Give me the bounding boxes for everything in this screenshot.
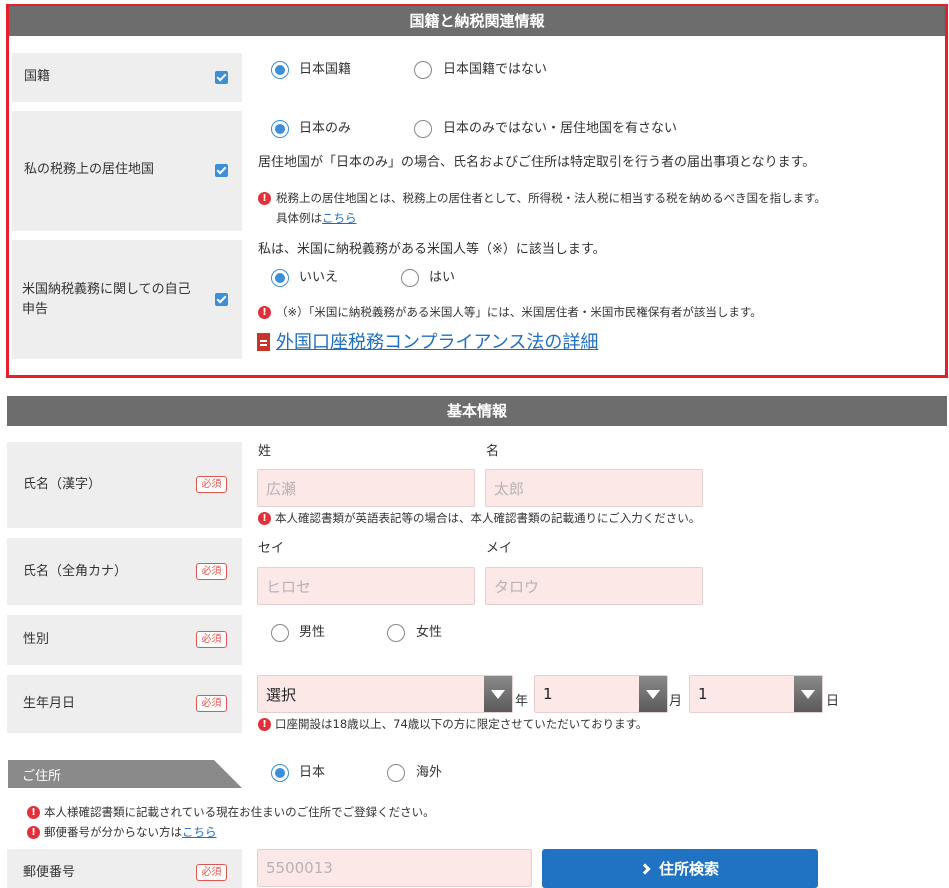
pdf-file-icon: [257, 333, 270, 351]
gender-label-cell: 性別 必須: [7, 615, 242, 665]
gender-label: 性別: [23, 632, 50, 647]
residence-note-example: 具体例はこちら: [276, 211, 357, 225]
nationality-label: 国籍: [24, 69, 51, 84]
checked-icon: [215, 164, 228, 177]
postal-code-input[interactable]: 5500013: [257, 849, 532, 887]
first-name-kana-caption: メイ: [486, 541, 513, 556]
basic-section-title: 基本情報: [7, 396, 947, 426]
warning-icon: !: [27, 806, 40, 819]
residence-example-link[interactable]: こちら: [322, 211, 357, 225]
postal-lookup-link[interactable]: こちら: [182, 825, 217, 839]
name-kanji-note: 本人確認書類が英語表記等の場合は、本人確認書類の記載通りにご入力ください。: [275, 511, 701, 525]
postal-label: 郵便番号: [23, 865, 76, 880]
residence-label: 私の税務上の居住地国: [24, 162, 155, 177]
checked-icon: [215, 71, 228, 84]
required-badge: 必須: [196, 695, 227, 712]
birth-day-select[interactable]: 1: [689, 675, 823, 713]
first-name-caption: 名: [486, 444, 500, 459]
radio-label-residence-other: 日本のみではない・居住地国を有さない: [443, 121, 678, 136]
radio-label-residence-japan-only: 日本のみ: [299, 121, 352, 136]
last-name-kana-caption: セイ: [258, 541, 285, 556]
year-unit: 年: [515, 694, 529, 709]
birth-month-value: 1: [543, 685, 553, 703]
month-unit: 月: [669, 694, 683, 709]
warning-icon: !: [258, 718, 271, 731]
chevron-right-icon: [639, 862, 651, 875]
radio-residence-japan-only[interactable]: [271, 120, 289, 138]
radio-gender-male[interactable]: [271, 624, 289, 642]
name-kanji-label: 氏名（漢字）: [23, 477, 102, 492]
checked-icon: [215, 293, 228, 306]
us-tax-note: （※）「米国に納税義務がある米国人等」には、米国居住者・米国市民権保有者が該当し…: [276, 305, 762, 319]
birthdate-note: 口座開設は18歳以上、74歳以下の方に限定させていただいております。: [275, 717, 648, 731]
radio-gender-female[interactable]: [387, 624, 405, 642]
radio-label-gender-male: 男性: [299, 625, 326, 640]
us-tax-label-line1: 米国納税義務に関しての自己: [22, 282, 191, 297]
warning-icon: !: [258, 306, 271, 319]
address-label: ご住所: [22, 769, 62, 784]
residence-label-cell: 私の税務上の居住地国: [12, 111, 242, 231]
required-badge: 必須: [196, 631, 227, 648]
radio-address-japan[interactable]: [271, 764, 289, 782]
required-badge: 必須: [196, 476, 227, 493]
name-kana-label-cell: 氏名（全角カナ） 必須: [7, 538, 242, 605]
birth-year-select[interactable]: 選択: [257, 675, 513, 713]
birth-year-value: 選択: [266, 685, 297, 704]
last-name-caption: 姓: [258, 444, 272, 459]
chevron-down-icon: [484, 676, 512, 712]
radio-label-us-tax-yes: はい: [429, 270, 456, 285]
radio-address-overseas[interactable]: [387, 764, 405, 782]
last-name-kana-input[interactable]: ヒロセ: [257, 567, 475, 605]
radio-label-us-tax-no: いいえ: [299, 270, 339, 285]
radio-residence-other[interactable]: [414, 120, 432, 138]
postal-label-cell: 郵便番号 必須: [7, 849, 242, 888]
radio-us-tax-no[interactable]: [271, 269, 289, 287]
fatca-details-link[interactable]: 外国口座税務コンプライアンス法の詳細: [276, 332, 598, 354]
radio-label-address-overseas: 海外: [416, 765, 443, 780]
first-name-kanji-input[interactable]: 太郎: [485, 469, 703, 507]
nationality-label-cell: 国籍: [12, 53, 242, 102]
address-label-bar: ご住所: [8, 760, 242, 788]
last-name-kanji-input[interactable]: 広瀬: [257, 469, 475, 507]
first-name-kana-input[interactable]: タロウ: [485, 567, 703, 605]
address-search-button[interactable]: 住所検索: [542, 849, 818, 888]
radio-label-address-japan: 日本: [299, 765, 326, 780]
us-tax-label-line2: 申告: [22, 302, 49, 317]
residence-info-text: 居住地国が「日本のみ」の場合、氏名およびご住所は特定取引を行う者の届出事項となり…: [258, 155, 816, 170]
required-badge: 必須: [196, 864, 227, 881]
address-note-2: 郵便番号が分からない方はこちら: [44, 825, 217, 839]
chevron-down-icon: [639, 676, 667, 712]
birthdate-label-cell: 生年月日 必須: [7, 675, 242, 733]
warning-icon: !: [258, 192, 271, 205]
day-unit: 日: [826, 694, 840, 709]
address-note-1: 本人様確認書類に記載されている現在お住まいのご住所でご登録ください。: [44, 805, 435, 819]
us-tax-label-cell: 米国納税義務に関しての自己 申告: [12, 240, 242, 359]
warning-icon: !: [258, 512, 271, 525]
birthdate-label: 生年月日: [23, 696, 76, 711]
radio-us-tax-yes[interactable]: [401, 269, 419, 287]
radio-japanese-nationality[interactable]: [271, 61, 289, 79]
name-kana-label: 氏名（全角カナ）: [23, 564, 128, 579]
radio-label-japanese-nationality: 日本国籍: [299, 62, 352, 77]
address-search-label: 住所検索: [658, 860, 719, 878]
radio-label-gender-female: 女性: [416, 625, 443, 640]
required-badge: 必須: [196, 563, 227, 580]
name-kanji-label-cell: 氏名（漢字） 必須: [7, 442, 242, 528]
tax-section-title: 国籍と納税関連情報: [9, 6, 945, 36]
radio-label-non-japanese-nationality: 日本国籍ではない: [443, 62, 548, 77]
radio-non-japanese-nationality[interactable]: [414, 61, 432, 79]
chevron-down-icon: [794, 676, 822, 712]
birth-day-value: 1: [698, 685, 708, 703]
birth-month-select[interactable]: 1: [534, 675, 668, 713]
residence-note: 税務上の居住地国とは、税務上の居住者として、所得税・法人税に相当する税を納めるべ…: [276, 191, 826, 205]
us-tax-statement: 私は、米国に納税義務がある米国人等（※）に該当します。: [258, 242, 606, 257]
warning-icon: !: [27, 826, 40, 839]
